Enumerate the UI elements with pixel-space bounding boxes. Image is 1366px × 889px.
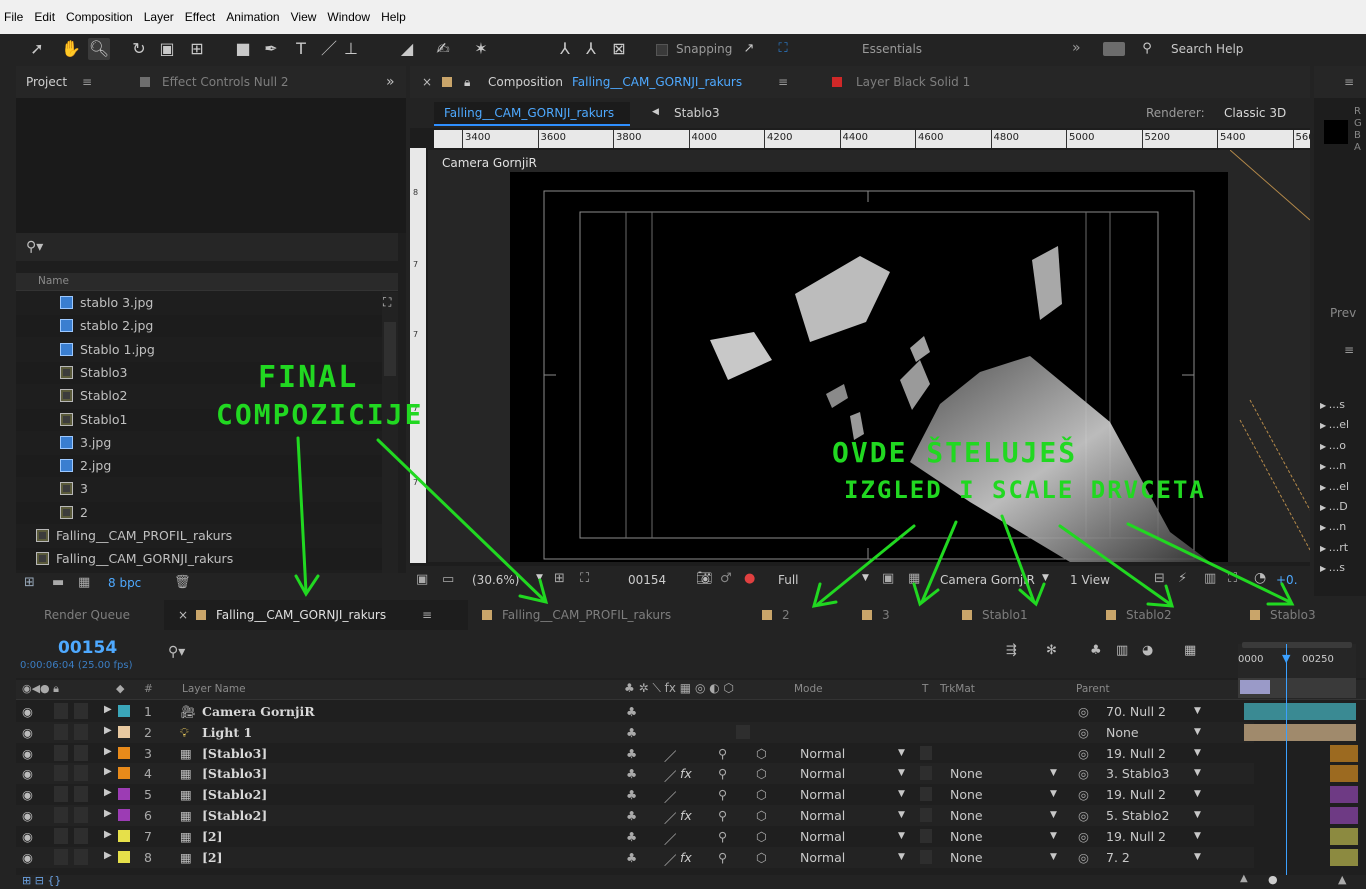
annotation-arrows xyxy=(294,436,1295,608)
